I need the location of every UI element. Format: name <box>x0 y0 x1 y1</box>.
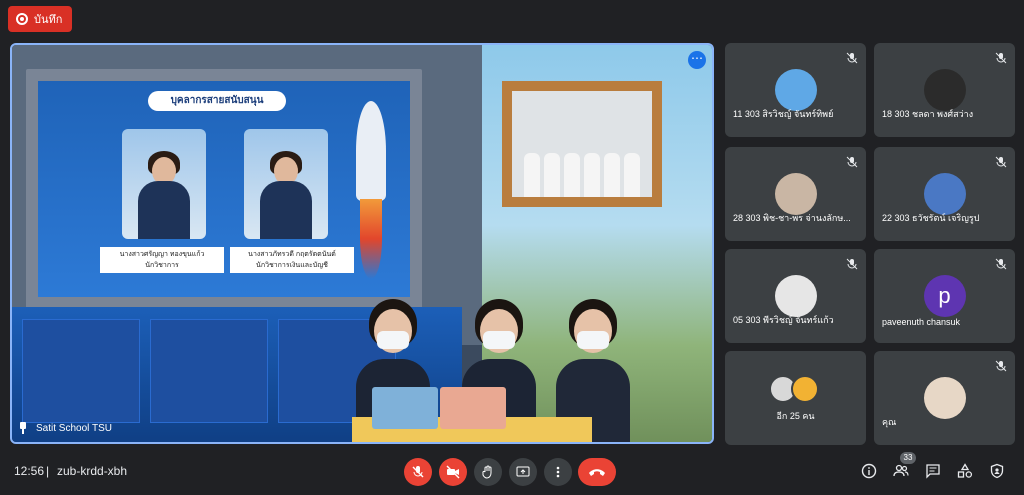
info-icon <box>861 463 877 479</box>
participant-tile[interactable]: 18 303 ชลดา พงศ์สว่าง <box>874 43 1015 137</box>
people-button[interactable] <box>892 462 910 480</box>
avatar <box>774 275 817 317</box>
self-tile[interactable]: คุณ <box>874 351 1015 445</box>
leave-call-button[interactable] <box>578 458 616 486</box>
hang-up-icon <box>589 469 605 476</box>
control-bar: 12:56 | zub-krdd-xbh 33 <box>0 450 1024 495</box>
mic-off-icon <box>846 155 858 168</box>
lab-photo-frame <box>502 81 662 207</box>
present-icon <box>516 466 530 477</box>
participant-name: paveenuth chansuk <box>882 317 961 327</box>
avatar <box>923 173 966 215</box>
staff-name-left: นางสาวศรัญญา ทองขุนแก้ว <box>119 251 205 258</box>
presenter-stage[interactable]: ⋯ บุคลากรสายสนับสนุน นางสาวศรัญญา ทองขุน… <box>10 43 714 444</box>
rocket-flame-graphic <box>360 199 382 279</box>
more-options-icon[interactable]: ⋯ <box>688 51 706 69</box>
staff-role-left: นักวิชาการ <box>145 262 179 269</box>
monitor-screen: บุคลากรสายสนับสนุน นางสาวศรัญญา ทองขุนแก… <box>38 81 410 297</box>
mic-off-icon <box>995 155 1007 168</box>
presenter-label: Satit School TSU <box>18 422 112 434</box>
hand-icon <box>482 465 492 479</box>
chat-button[interactable] <box>924 462 942 480</box>
avatar <box>923 69 966 111</box>
presenter-name: Satit School TSU <box>36 422 112 434</box>
staff-namebox-left: นางสาวศรัญญา ทองขุนแก้ว นักวิชาการ <box>100 247 224 273</box>
participant-name: 28 303 พิช-ชา-พร จ่านงลักษ... <box>733 213 851 223</box>
camera-off-icon <box>446 465 460 479</box>
more-vert-icon <box>556 466 560 478</box>
toggle-camera-button[interactable] <box>439 458 467 486</box>
recording-label: บันทึก <box>34 14 63 26</box>
meeting-details-button[interactable] <box>860 462 878 480</box>
more-participants-label: อีก 25 คน <box>776 411 815 421</box>
staff-namebox-right: นางสาวภัทรวดี กฤตรัตตนันต์ นักวิชาการเงิ… <box>230 247 354 273</box>
chat-icon <box>926 464 940 479</box>
avatar: p <box>923 275 966 317</box>
participant-name: 11 303 สิรวิชญ์ จันทร์ทิพย์ <box>733 109 834 119</box>
clock: 12:56 <box>14 464 45 478</box>
avatar-group <box>769 375 823 403</box>
more-participants-tile[interactable]: อีก 25 คน <box>725 351 866 445</box>
record-icon <box>16 13 28 25</box>
avatar <box>923 377 966 419</box>
studio-monitor: บุคลากรสายสนับสนุน นางสาวศรัญญา ทองขุนแก… <box>26 69 422 309</box>
participant-name: 22 303 ธวัชรัตน์ เจริญรูป <box>882 213 980 223</box>
staff-role-right: นักวิชาการเงินและบัญชี <box>256 262 328 269</box>
raise-hand-button[interactable] <box>474 458 502 486</box>
recording-badge[interactable]: บันทึก <box>8 6 73 32</box>
participant-name: 05 303 พีรวิชญ์ จันทร์แก้ว <box>733 315 834 325</box>
shapes-icon <box>957 463 973 478</box>
rocket-graphic <box>356 101 386 201</box>
staff-name-right: นางสาวภัทรวดี กฤตรัตตนันต์ <box>248 251 336 258</box>
shield-icon <box>990 463 1004 479</box>
divider: | <box>46 464 50 478</box>
present-now-button[interactable] <box>509 458 537 486</box>
mic-off-icon <box>995 51 1007 64</box>
avatar <box>774 69 817 111</box>
participant-tile[interactable]: 22 303 ธวัชรัตน์ เจริญรูป <box>874 147 1015 241</box>
staff-photo-right <box>244 129 328 239</box>
participant-tile[interactable]: 05 303 พีรวิชญ์ จันทร์แก้ว <box>725 249 866 343</box>
toggle-mic-button[interactable] <box>404 458 432 486</box>
meeting-code: zub-krdd-xbh <box>57 464 128 478</box>
laptop-left <box>372 387 438 429</box>
participant-tile[interactable]: p paveenuth chansuk <box>874 249 1015 343</box>
participant-name: 18 303 ชลดา พงศ์สว่าง <box>882 109 974 119</box>
more-options-button[interactable] <box>544 458 572 486</box>
mic-off-icon <box>995 257 1007 270</box>
support-staff-banner: บุคลากรสายสนับสนุน <box>148 91 286 111</box>
mic-off-icon <box>846 51 858 64</box>
participant-tile[interactable]: 11 303 สิรวิชญ์ จันทร์ทิพย์ <box>725 43 866 137</box>
laptop-right <box>440 387 506 429</box>
mic-off-icon <box>995 359 1007 372</box>
participant-name: คุณ <box>882 417 897 427</box>
activities-button[interactable] <box>956 462 974 480</box>
avatar <box>774 173 817 215</box>
pin-icon[interactable] <box>18 422 28 434</box>
mic-off-icon <box>846 257 858 270</box>
participant-tile[interactable]: 28 303 พิช-ชา-พร จ่านงลักษ... <box>725 147 866 241</box>
mic-off-icon <box>412 466 424 478</box>
meet-window: บันทึก ⋯ บุคลากรสายสนับสนุน นางสาวศรัญญา… <box>0 0 1024 495</box>
people-icon <box>893 464 909 477</box>
staff-photo-left <box>122 129 206 239</box>
host-controls-button[interactable] <box>988 462 1006 480</box>
